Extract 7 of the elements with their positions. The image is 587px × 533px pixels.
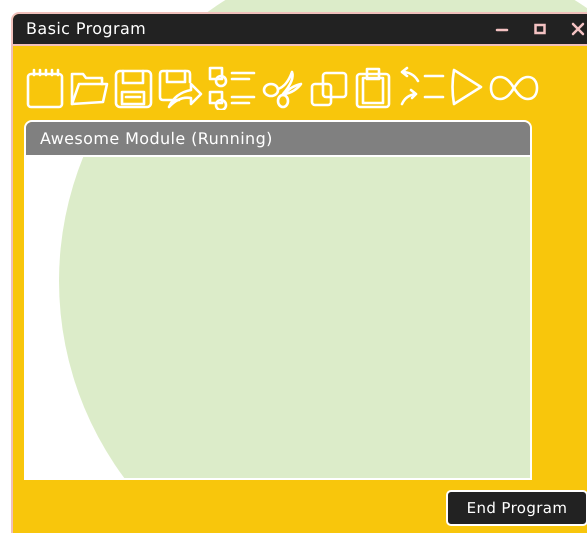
end-program-button[interactable]: End Program: [446, 490, 587, 526]
close-icon[interactable]: [571, 22, 585, 36]
shapes-list-icon[interactable]: [207, 66, 257, 110]
notepad-icon[interactable]: [25, 66, 65, 110]
maximize-icon[interactable]: [533, 22, 547, 36]
window-title: Basic Program: [26, 18, 146, 40]
module-title: Awesome Module (Running): [40, 128, 273, 150]
